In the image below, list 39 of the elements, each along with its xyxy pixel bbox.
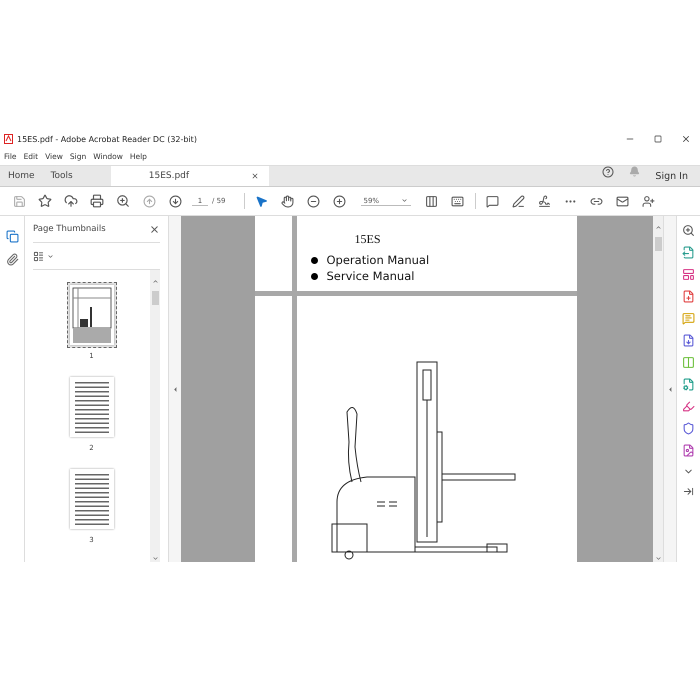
sign-in-button[interactable]: Sign In: [655, 170, 688, 182]
close-icon[interactable]: [149, 224, 160, 234]
file-image-icon[interactable]: [682, 444, 695, 457]
tab[interactable]: Home: [0, 166, 43, 186]
model-title: 15ES: [354, 232, 382, 247]
window-title: 15ES.pdf - Adobe Acrobat Reader DC (32-bit): [17, 134, 198, 144]
file-add-icon[interactable]: [682, 290, 695, 303]
bullet-icon: [310, 256, 318, 264]
shield-icon[interactable]: [682, 422, 695, 435]
scroll-thumb[interactable]: [654, 237, 662, 251]
layout-icon[interactable]: [682, 268, 695, 281]
paperclip-icon[interactable]: [6, 253, 18, 266]
tab[interactable]: Tools: [42, 166, 81, 186]
highlighter-icon[interactable]: [682, 400, 695, 413]
scroll-up-icon[interactable]: [654, 224, 662, 231]
tab[interactable]: 15ES.pdf: [110, 166, 269, 186]
file-settings-icon[interactable]: [682, 378, 695, 391]
options-icon[interactable]: [33, 250, 44, 262]
scroll-down-icon[interactable]: [152, 555, 158, 562]
page-preview-drawing: [70, 285, 114, 345]
close-tab-icon[interactable]: [250, 172, 259, 180]
scroll-thumb[interactable]: [152, 291, 158, 305]
bullet-text: Service Manual: [326, 269, 414, 283]
export-icon[interactable]: [682, 246, 695, 259]
caret-icon[interactable]: [47, 252, 54, 260]
file-download-icon[interactable]: [682, 334, 695, 347]
panel-title: Page Thumbnails: [33, 224, 106, 234]
page-thumbnail[interactable]: [66, 282, 116, 348]
expand-panel-icon[interactable]: [683, 486, 694, 497]
scroll-up-icon[interactable]: [152, 278, 158, 285]
pages-icon[interactable]: [6, 230, 18, 243]
caret-icon[interactable]: [400, 197, 408, 204]
bullet-text: Operation Manual: [326, 253, 430, 267]
search-icon[interactable]: [682, 224, 695, 237]
scroll-down-icon[interactable]: [654, 555, 662, 562]
scrollbar[interactable]: [653, 216, 663, 562]
pdf-file-icon: [4, 134, 13, 144]
scrollbar[interactable]: [150, 270, 160, 562]
bullet-icon: [310, 272, 318, 280]
